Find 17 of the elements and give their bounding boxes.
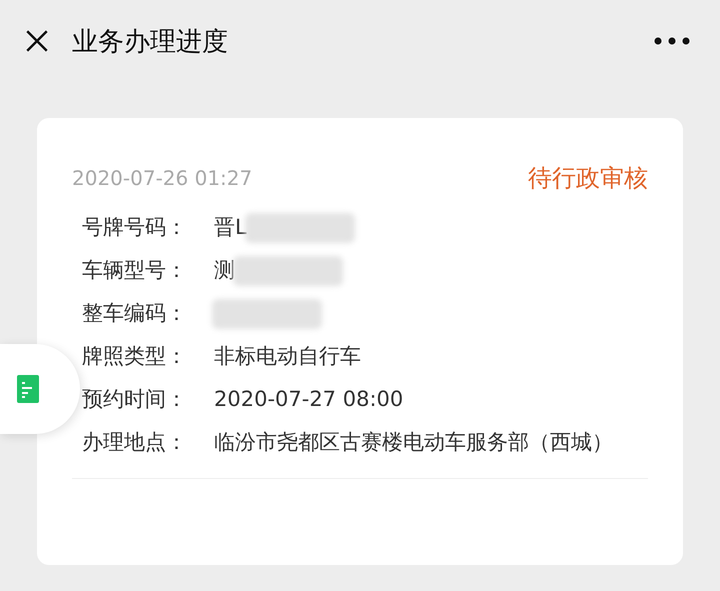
field-value: 非标电动自行车: [214, 343, 361, 370]
submit-time: 2020-07-26 01:27: [72, 166, 252, 190]
field-label: 车辆型号：: [82, 257, 188, 284]
field-label: 整车编码：: [82, 300, 188, 327]
field-label: 预约时间：: [82, 386, 188, 413]
status-label: 待行政审核: [528, 163, 648, 194]
close-icon[interactable]: [24, 28, 50, 54]
field-label: 牌照类型：: [82, 343, 188, 370]
field-label: 办理地点：: [82, 429, 188, 456]
field-label: 号牌号码：: [82, 214, 188, 241]
field-value: 2020-07-27 08:00: [214, 386, 404, 413]
page-title: 业务办理进度: [72, 26, 229, 58]
field-value: 测: [214, 257, 235, 284]
more-icon[interactable]: [654, 37, 690, 45]
field-value: 临汾市尧都区古赛楼电动车服务部（西城）: [214, 429, 613, 456]
document-icon: [17, 375, 39, 403]
field-value: 晋L: [214, 214, 247, 241]
